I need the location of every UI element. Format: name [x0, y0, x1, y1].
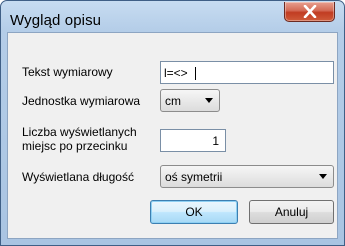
text-caret — [195, 67, 196, 80]
dialog-window: Wygląd opisu Tekst wymiarowy l=<> Jednos… — [0, 0, 345, 246]
liczba-miejsc-value: 1 — [212, 134, 219, 148]
jednostka-wymiarowa-label: Jednostka wymiarowa — [22, 94, 141, 108]
tekst-wymiarowy-value: l=<> — [164, 66, 188, 80]
jednostka-wymiarowa-value: cm — [165, 94, 181, 108]
liczba-miejsc-label-line1: Liczba wyświetlanych — [22, 125, 137, 139]
cancel-button[interactable]: Anuluj — [249, 200, 334, 224]
wyswietlana-dlugosc-select[interactable]: oś symetrii — [160, 165, 334, 188]
close-button[interactable] — [284, 2, 335, 22]
ok-button[interactable]: OK — [150, 200, 238, 224]
window-title: Wygląd opisu — [10, 12, 102, 29]
chevron-down-icon — [205, 98, 213, 103]
liczba-miejsc-input[interactable]: 1 — [160, 129, 226, 152]
jednostka-wymiarowa-select[interactable]: cm — [160, 89, 220, 112]
chevron-down-icon — [319, 174, 327, 179]
tekst-wymiarowy-input[interactable]: l=<> — [160, 61, 334, 84]
liczba-miejsc-label-line2: miejsc po przecinku — [22, 139, 128, 153]
tekst-wymiarowy-label: Tekst wymiarowy — [22, 65, 113, 79]
dialog-content: Tekst wymiarowy l=<> Jednostka wymiarowa… — [7, 32, 338, 239]
wyswietlana-dlugosc-value: oś symetrii — [165, 170, 223, 184]
wyswietlana-dlugosc-label: Wyświetlana długość — [22, 170, 134, 184]
